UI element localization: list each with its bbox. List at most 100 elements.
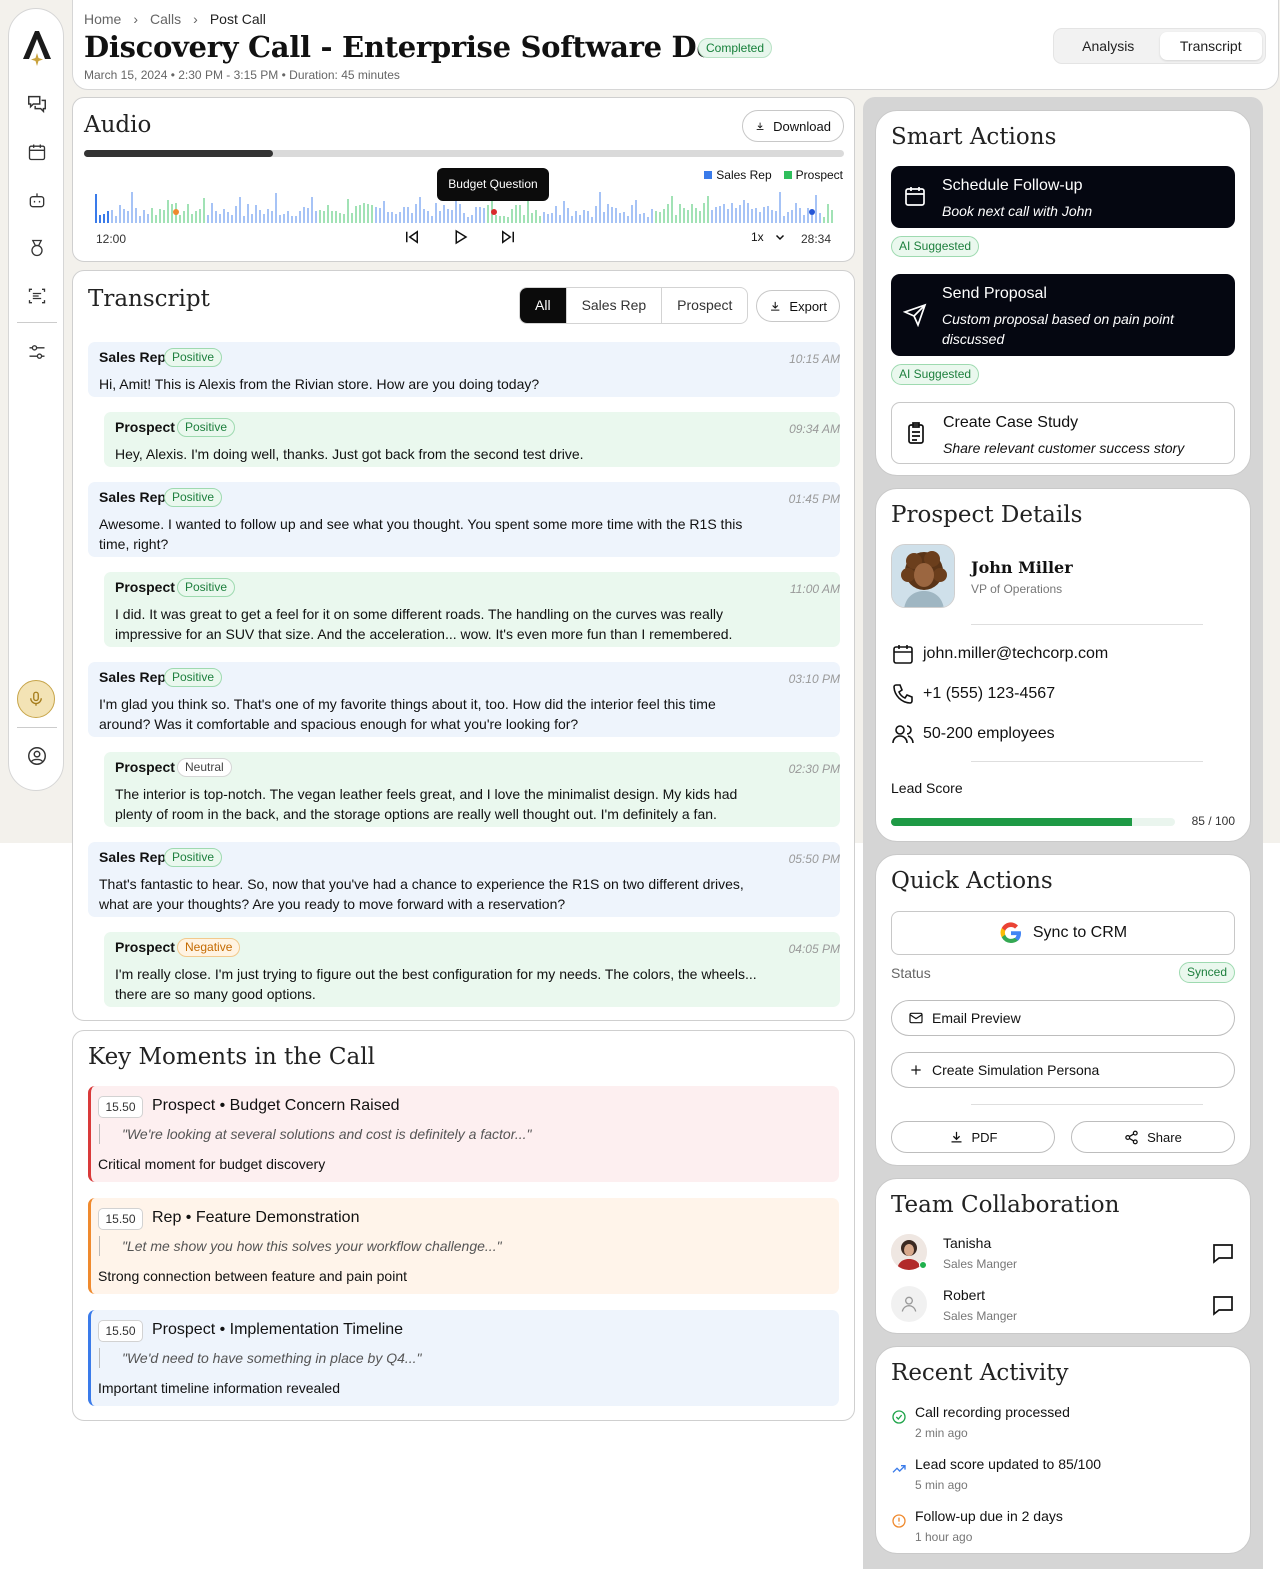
- key-moment[interactable]: 15.50 Rep • Feature Demonstration "Let me …: [88, 1198, 839, 1294]
- moment-note: Critical moment for budget discovery: [98, 1156, 326, 1172]
- waveform-bar: [747, 203, 749, 223]
- waveform-bar: [527, 200, 529, 223]
- sidebar-item-calendar[interactable]: [25, 140, 49, 164]
- share-icon: [1125, 1130, 1138, 1144]
- waveform-bar: [163, 210, 165, 223]
- waveform-bar: [535, 210, 537, 223]
- waveform-bar: [791, 210, 793, 223]
- transcript-message: Sales Rep Positive 05:50 PM That's fantasti…: [88, 842, 840, 917]
- waveform-bar: [379, 208, 381, 223]
- skip-back-icon[interactable]: [403, 228, 421, 246]
- prospect-email[interactable]: john.miller@techcorp.com: [923, 645, 1108, 663]
- waveform-bar: [615, 208, 617, 223]
- view-tabs: Analysis Transcript: [1053, 28, 1266, 64]
- sidebar-item-profile[interactable]: [25, 744, 49, 768]
- waveform-bar: [559, 215, 561, 223]
- sidebar-item-awards[interactable]: [25, 236, 49, 260]
- waveform-bar: [611, 206, 613, 223]
- waveform-bar: [339, 213, 341, 223]
- ai-suggested-badge: AI Suggested: [891, 364, 980, 385]
- legend-prospect: Prospect: [783, 168, 843, 182]
- waveform-bar: [507, 216, 509, 223]
- filter-sales-rep[interactable]: Sales Rep: [567, 288, 663, 323]
- activity-title: Recent Activity: [891, 1360, 1069, 1386]
- waveform-bar: [635, 200, 637, 223]
- message-icon[interactable]: [1211, 1293, 1235, 1317]
- waveform-bar: [771, 209, 773, 223]
- play-icon[interactable]: [451, 228, 469, 246]
- waveform-marker[interactable]: [491, 209, 497, 215]
- sidebar-item-settings[interactable]: [25, 340, 49, 364]
- tab-transcript[interactable]: Transcript: [1159, 32, 1262, 60]
- waveform-bar: [335, 210, 337, 223]
- waveform-bar: [371, 204, 373, 223]
- message-speaker: Prospect: [115, 419, 175, 435]
- waveform-bar: [599, 192, 601, 223]
- prospect-phone[interactable]: +1 (555) 123-4567: [923, 685, 1055, 703]
- filter-all[interactable]: All: [520, 288, 567, 323]
- message-text: I did. It was great to get a feel for it…: [115, 606, 733, 642]
- call-meta: March 15, 2024 • 2:30 PM - 3:15 PM • Dur…: [84, 68, 400, 82]
- divider: [971, 761, 1203, 762]
- sentiment-badge: Positive: [164, 848, 223, 867]
- waveform-bar: [143, 210, 145, 223]
- record-mic-button[interactable]: [17, 680, 55, 718]
- prospect-details-title: Prospect Details: [891, 502, 1083, 528]
- sidebar-item-scan[interactable]: [25, 284, 49, 308]
- message-time: 02:30 PM: [788, 762, 840, 776]
- waveform-bar: [435, 203, 437, 223]
- waveform-bar: [463, 213, 465, 223]
- waveform-marker[interactable]: [173, 209, 179, 215]
- skip-forward-icon[interactable]: [499, 228, 517, 246]
- waveform-bar: [627, 215, 629, 223]
- send-proposal-button[interactable]: Send Proposal Custom proposal based on p…: [891, 274, 1235, 356]
- waveform-bar: [699, 210, 701, 223]
- schedule-followup-button[interactable]: Schedule Follow-up Book next call with J…: [891, 166, 1235, 228]
- waveform-bar: [147, 213, 149, 223]
- waveform-bar: [223, 209, 225, 223]
- sentiment-badge: Positive: [164, 348, 223, 367]
- key-moment[interactable]: 15.50 Prospect • Budget Concern Raised "We…: [88, 1086, 839, 1182]
- download-button[interactable]: Download: [742, 110, 844, 142]
- sync-status-badge: Synced: [1178, 962, 1235, 983]
- waveform-bar: [543, 212, 545, 223]
- sync-status-label: Status: [891, 965, 931, 981]
- waveform-bar: [291, 215, 293, 223]
- page-header: Home › Calls › Post Call Discovery Call …: [72, 0, 1279, 90]
- quick-actions-title: Quick Actions: [891, 868, 1053, 894]
- message-icon[interactable]: [1211, 1241, 1235, 1265]
- waveform-bar: [551, 212, 553, 223]
- user-icon: [901, 1296, 917, 1312]
- waveform-tooltip: Budget Question: [437, 168, 549, 201]
- breadcrumb-home[interactable]: Home: [84, 11, 121, 27]
- waveform-bar: [471, 214, 473, 223]
- tab-analysis[interactable]: Analysis: [1057, 32, 1160, 60]
- waveform-bar: [275, 193, 277, 223]
- waveform-bar: [283, 213, 285, 223]
- chevron-down-icon: [775, 234, 784, 241]
- create-case-study-button[interactable]: Create Case Study Share relevant custome…: [891, 402, 1235, 464]
- waveform-bar: [619, 213, 621, 223]
- key-moment[interactable]: 15.50 Prospect • Implementation Timeline "…: [88, 1310, 839, 1406]
- medal-icon: [31, 239, 43, 257]
- create-persona-button[interactable]: Create Simulation Persona: [891, 1052, 1235, 1088]
- breadcrumb-calls[interactable]: Calls: [150, 11, 181, 27]
- export-button[interactable]: Export: [756, 290, 840, 322]
- pdf-button[interactable]: PDF: [891, 1121, 1055, 1153]
- waveform-bar: [419, 196, 421, 223]
- sidebar-item-bots[interactable]: [25, 188, 49, 212]
- filter-prospect[interactable]: Prospect: [662, 288, 747, 323]
- share-button[interactable]: Share: [1071, 1121, 1235, 1153]
- waveform-bar: [603, 212, 605, 223]
- sync-crm-button[interactable]: Sync to CRM: [891, 911, 1235, 955]
- google-icon: [1000, 922, 1021, 944]
- email-preview-button[interactable]: Email Preview: [891, 1000, 1235, 1036]
- waveform-bar: [715, 207, 717, 223]
- audio-progress-bar[interactable]: [84, 150, 844, 157]
- activity-time: 5 min ago: [915, 1478, 968, 1492]
- sidebar-item-chats[interactable]: [25, 92, 49, 116]
- moment-quote: "We'd need to have something in place by…: [99, 1348, 422, 1368]
- speed-select[interactable]: 1x: [751, 230, 786, 244]
- waveform-marker[interactable]: [809, 209, 815, 215]
- alert-circle-icon: [892, 1514, 906, 1528]
